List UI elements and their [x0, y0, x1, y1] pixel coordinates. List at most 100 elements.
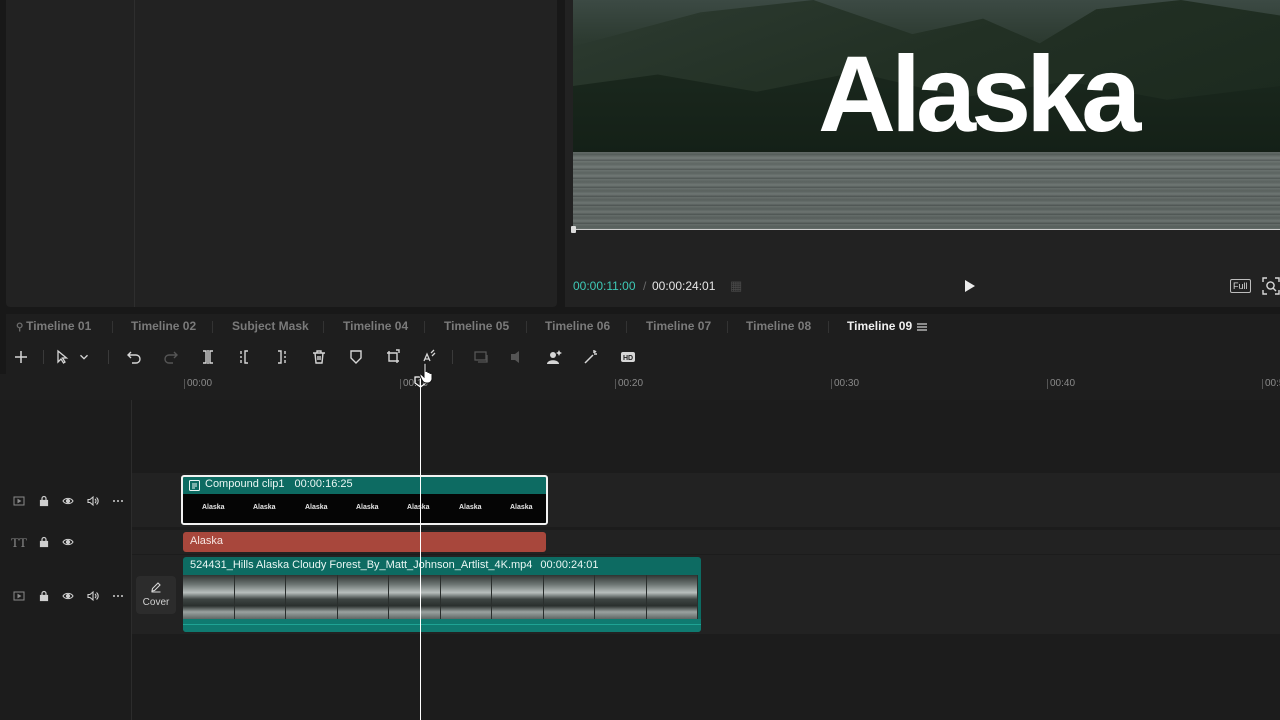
tab-menu-button[interactable]	[916, 320, 928, 332]
video-preview[interactable]: Alaska	[573, 0, 1280, 230]
lock-icon	[39, 495, 49, 507]
select-tool-dropdown[interactable]	[77, 347, 91, 367]
trim-left-button[interactable]	[235, 347, 255, 367]
lock-track-button[interactable]	[38, 494, 50, 507]
tab-timeline-05[interactable]: Timeline 05	[444, 314, 509, 340]
video-thumbnail	[286, 575, 338, 619]
hamburger-icon	[917, 323, 927, 331]
compound-clip[interactable]: Compound clip1 00:00:16:25 Alaska Alaska …	[181, 475, 548, 525]
thumbnail-text: Alaska	[407, 504, 430, 511]
track-more-button[interactable]	[112, 494, 124, 506]
shield-icon	[350, 350, 362, 364]
tab-timeline-01[interactable]: ⚲ Timeline 01	[16, 314, 91, 340]
video-clip-duration: 00:00:24:01	[540, 559, 599, 571]
magic-tool-button[interactable]	[581, 347, 601, 367]
image-stack-icon	[474, 351, 488, 363]
tab-timeline-09[interactable]: Timeline 09	[847, 314, 912, 340]
trim-right-button[interactable]	[271, 347, 291, 367]
add-track-button[interactable]	[11, 347, 31, 367]
ruler-label: 00:30	[834, 378, 860, 389]
hand-cursor-icon	[419, 362, 433, 384]
mirror-icon	[511, 351, 519, 363]
tab-subject-mask[interactable]: Subject Mask	[232, 314, 309, 340]
eye-icon	[62, 592, 74, 600]
video-clip[interactable]: 524431_Hills Alaska Cloudy Forest_By_Mat…	[183, 557, 701, 632]
tab-timeline-07[interactable]: Timeline 07	[646, 314, 711, 340]
toolbar-divider	[43, 350, 44, 364]
video-editor: Alaska 00:00:11:00 / 00:00:24:01 ▦ Full …	[0, 0, 1280, 720]
ruler-tick	[1047, 379, 1048, 389]
text-clip[interactable]: Alaska	[183, 532, 546, 552]
video-track-toggle[interactable]	[13, 589, 25, 601]
video-track-icon	[13, 496, 25, 506]
frame-grid-icon[interactable]: ▦	[730, 278, 752, 294]
mirror-button[interactable]	[507, 347, 527, 367]
toolbar-divider	[452, 350, 453, 364]
trim-right-icon	[278, 350, 286, 364]
ruler-tick	[615, 379, 616, 389]
split-icon	[203, 350, 213, 364]
track-more-button[interactable]	[112, 589, 124, 601]
delete-button[interactable]	[309, 347, 329, 367]
timeline-toolbar: HD	[6, 340, 1280, 374]
video-clip-header: 524431_Hills Alaska Cloudy Forest_By_Mat…	[190, 559, 599, 571]
mute-track-button[interactable]	[87, 589, 99, 602]
playhead[interactable]	[420, 374, 421, 720]
tab-divider	[727, 321, 728, 333]
tab-timeline-06[interactable]: Timeline 06	[545, 314, 610, 340]
video-thumbnail	[234, 575, 286, 619]
remove-background-button[interactable]	[544, 347, 564, 367]
player-scrubber-handle[interactable]	[571, 226, 576, 233]
full-screen-button[interactable]: Full	[1230, 279, 1251, 293]
compound-clip-header: Compound clip1 00:00:16:25	[205, 478, 353, 490]
crop-button[interactable]	[383, 347, 403, 367]
undo-button[interactable]	[124, 347, 144, 367]
person-sparkle-icon	[547, 350, 562, 364]
select-tool-button[interactable]	[52, 347, 72, 367]
crop-icon	[387, 349, 400, 363]
thumbnail-text: Alaska	[305, 504, 328, 511]
hd-button[interactable]: HD	[618, 347, 638, 367]
timeline-tabs: ⚲ Timeline 01 Timeline 02 Subject Mask T…	[6, 314, 1280, 340]
lock-track-button[interactable]	[38, 535, 50, 548]
player-scrubber[interactable]	[573, 229, 1280, 230]
ruler-tick	[400, 379, 401, 389]
plus-icon	[15, 351, 27, 363]
tab-timeline-04[interactable]: Timeline 04	[343, 314, 408, 340]
redo-button[interactable]	[161, 347, 181, 367]
thumbnail-text: Alaska	[202, 504, 225, 511]
eye-icon	[62, 538, 74, 546]
toggle-visibility-button[interactable]	[62, 494, 74, 506]
ruler-tick	[831, 379, 832, 389]
speaker-icon	[87, 590, 99, 602]
split-button[interactable]	[198, 347, 218, 367]
mute-track-button[interactable]	[87, 494, 99, 507]
tab-timeline-02[interactable]: Timeline 02	[131, 314, 196, 340]
tab-timeline-08[interactable]: Timeline 08	[746, 314, 811, 340]
trim-left-icon	[240, 350, 248, 364]
thumbnail-text: Alaska	[510, 504, 533, 511]
ruler-label: 00:00	[187, 378, 213, 389]
freeze-frame-button[interactable]	[471, 347, 491, 367]
toggle-visibility-button[interactable]	[62, 535, 74, 547]
toggle-visibility-button[interactable]	[62, 589, 74, 601]
pointer-icon	[57, 349, 69, 364]
play-button[interactable]	[963, 278, 977, 294]
magic-wand-icon	[584, 350, 597, 364]
lock-track-button[interactable]	[38, 589, 50, 602]
timeline-ruler[interactable]: 00:00 00:10 00:20 00:30 00:40 00:50	[0, 374, 1280, 400]
zoom-button[interactable]	[1262, 277, 1280, 295]
video-thumbnail	[389, 575, 441, 619]
media-panel-divider	[134, 0, 135, 307]
marker-button[interactable]	[346, 347, 366, 367]
zoom-fit-icon	[1262, 277, 1280, 295]
lock-icon	[39, 590, 49, 602]
video-thumbnail	[337, 575, 389, 619]
video-track-toggle[interactable]	[13, 494, 25, 506]
play-icon	[965, 280, 975, 292]
toolbar-divider	[108, 350, 109, 364]
total-time: 00:00:24:01	[652, 279, 716, 293]
time-separator: /	[643, 279, 647, 293]
redo-icon	[164, 351, 178, 364]
cover-button[interactable]: Cover	[136, 576, 176, 614]
